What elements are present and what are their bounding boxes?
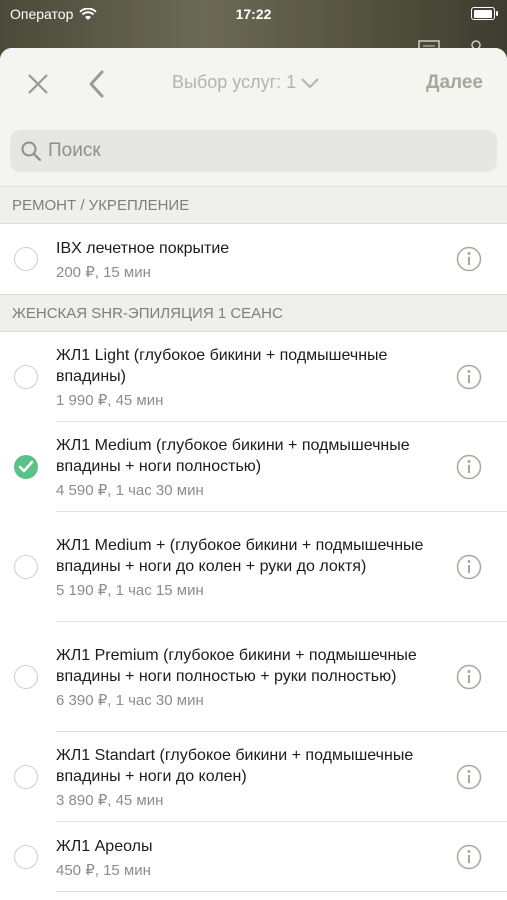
- radio-unchecked[interactable]: [14, 765, 38, 789]
- search-input[interactable]: [46, 139, 450, 163]
- nav-title-dropdown[interactable]: Выбор услуг: 1: [172, 72, 320, 93]
- search-bar[interactable]: [10, 130, 497, 172]
- service-price-duration: 450 ₽, 15 мин: [56, 861, 151, 879]
- info-icon[interactable]: [456, 764, 482, 790]
- service-text: ЖЛ1 Medium (глубокое бикини + подмышечны…: [56, 435, 446, 499]
- service-text: ЖЛ1 Ареолы 450 ₽, 15 мин: [56, 836, 446, 879]
- service-item[interactable]: ЖЛ1 Premium (глубокое бикини + подмышечн…: [0, 622, 507, 732]
- service-text: ЖЛ1 Premium (глубокое бикини + подмышечн…: [56, 645, 446, 709]
- service-item[interactable]: ЖЛ1 Standart (глубокое бикини + подмышеч…: [0, 732, 507, 822]
- battery-icon: [471, 7, 498, 20]
- service-price-duration: 3 890 ₽, 45 мин: [56, 792, 164, 809]
- radio-unchecked[interactable]: [14, 247, 38, 271]
- section-header: РЕМОНТ / УКРЕПЛЕНИЕ: [0, 186, 507, 224]
- row-divider: [56, 891, 507, 892]
- status-time: 17:22: [235, 6, 272, 22]
- service-name: ЖЛ1 Light (глубокое бикини + подмышечные…: [56, 347, 388, 385]
- info-icon[interactable]: [456, 364, 482, 390]
- service-name: IBX лечетное покрытие: [56, 239, 230, 257]
- chevron-left-icon[interactable]: [86, 68, 108, 100]
- service-price-duration: 200 ₽, 15 мин: [56, 263, 151, 281]
- radio-unchecked[interactable]: [14, 555, 38, 579]
- radio-unchecked[interactable]: [14, 365, 38, 389]
- service-price-duration: 1 990 ₽, 45 мин: [56, 392, 164, 409]
- service-text: ЖЛ1 Standart (глубокое бикини + подмышеч…: [56, 745, 446, 809]
- info-icon[interactable]: [456, 664, 482, 690]
- status-bar: Оператор 17:22: [0, 0, 507, 28]
- service-text: IBX лечетное покрытие 200 ₽, 15 мин: [56, 238, 446, 281]
- radio-unchecked[interactable]: [14, 845, 38, 869]
- search-container: [0, 118, 507, 186]
- service-name: ЖЛ1 Medium + (глубокое бикини + подмышеч…: [56, 537, 424, 575]
- service-item[interactable]: ЖЛ1 Ареолы 450 ₽, 15 мин: [0, 822, 507, 892]
- service-name: ЖЛ1 Premium (глубокое бикини + подмышечн…: [56, 647, 417, 685]
- service-item[interactable]: ЖЛ1 Medium + (глубокое бикини + подмышеч…: [0, 512, 507, 622]
- close-icon[interactable]: [24, 70, 52, 98]
- service-name: ЖЛ1 Medium (глубокое бикини + подмышечны…: [56, 437, 410, 475]
- service-item[interactable]: ЖЛ1 Medium (глубокое бикини + подмышечны…: [0, 422, 507, 512]
- service-item[interactable]: IBX лечетное покрытие 200 ₽, 15 мин: [0, 224, 507, 294]
- service-text: ЖЛ1 Light (глубокое бикини + подмышечные…: [56, 345, 446, 409]
- service-name: ЖЛ1 Standart (глубокое бикини + подмышеч…: [56, 747, 414, 785]
- radio-unchecked[interactable]: [14, 665, 38, 689]
- service-price-duration: 4 590 ₽, 1 час 30 мин: [56, 482, 204, 499]
- search-icon: [21, 141, 42, 162]
- chevron-down-icon: [301, 77, 319, 88]
- next-button[interactable]: Далее: [426, 72, 483, 94]
- service-item[interactable]: ЖЛ1 Light (глубокое бикини + подмышечные…: [0, 332, 507, 422]
- service-text: ЖЛ1 Medium + (глубокое бикини + подмышеч…: [56, 535, 446, 599]
- service-selection-sheet: Выбор услуг: 1 Далее РЕМОНТ / УКРЕПЛЕНИЕ…: [0, 48, 507, 900]
- service-name: ЖЛ1 Ареолы: [56, 837, 153, 855]
- info-icon[interactable]: [456, 246, 482, 272]
- nav-title-label: Выбор услуг: 1: [172, 72, 297, 92]
- info-icon[interactable]: [456, 454, 482, 480]
- info-icon[interactable]: [456, 844, 482, 870]
- service-list: РЕМОНТ / УКРЕПЛЕНИЕ IBX лечетное покрытие…: [0, 186, 507, 892]
- info-icon[interactable]: [456, 554, 482, 580]
- section-header: ЖЕНСКАЯ SHR-ЭПИЛЯЦИЯ 1 СЕАНС: [0, 294, 507, 332]
- service-price-duration: 5 190 ₽, 1 час 15 мин: [56, 582, 204, 599]
- service-price-duration: 6 390 ₽, 1 час 30 мин: [56, 692, 204, 709]
- navigation-bar: Выбор услуг: 1 Далее: [0, 48, 507, 118]
- checkmark-icon: [18, 460, 34, 473]
- radio-checked[interactable]: [14, 455, 38, 479]
